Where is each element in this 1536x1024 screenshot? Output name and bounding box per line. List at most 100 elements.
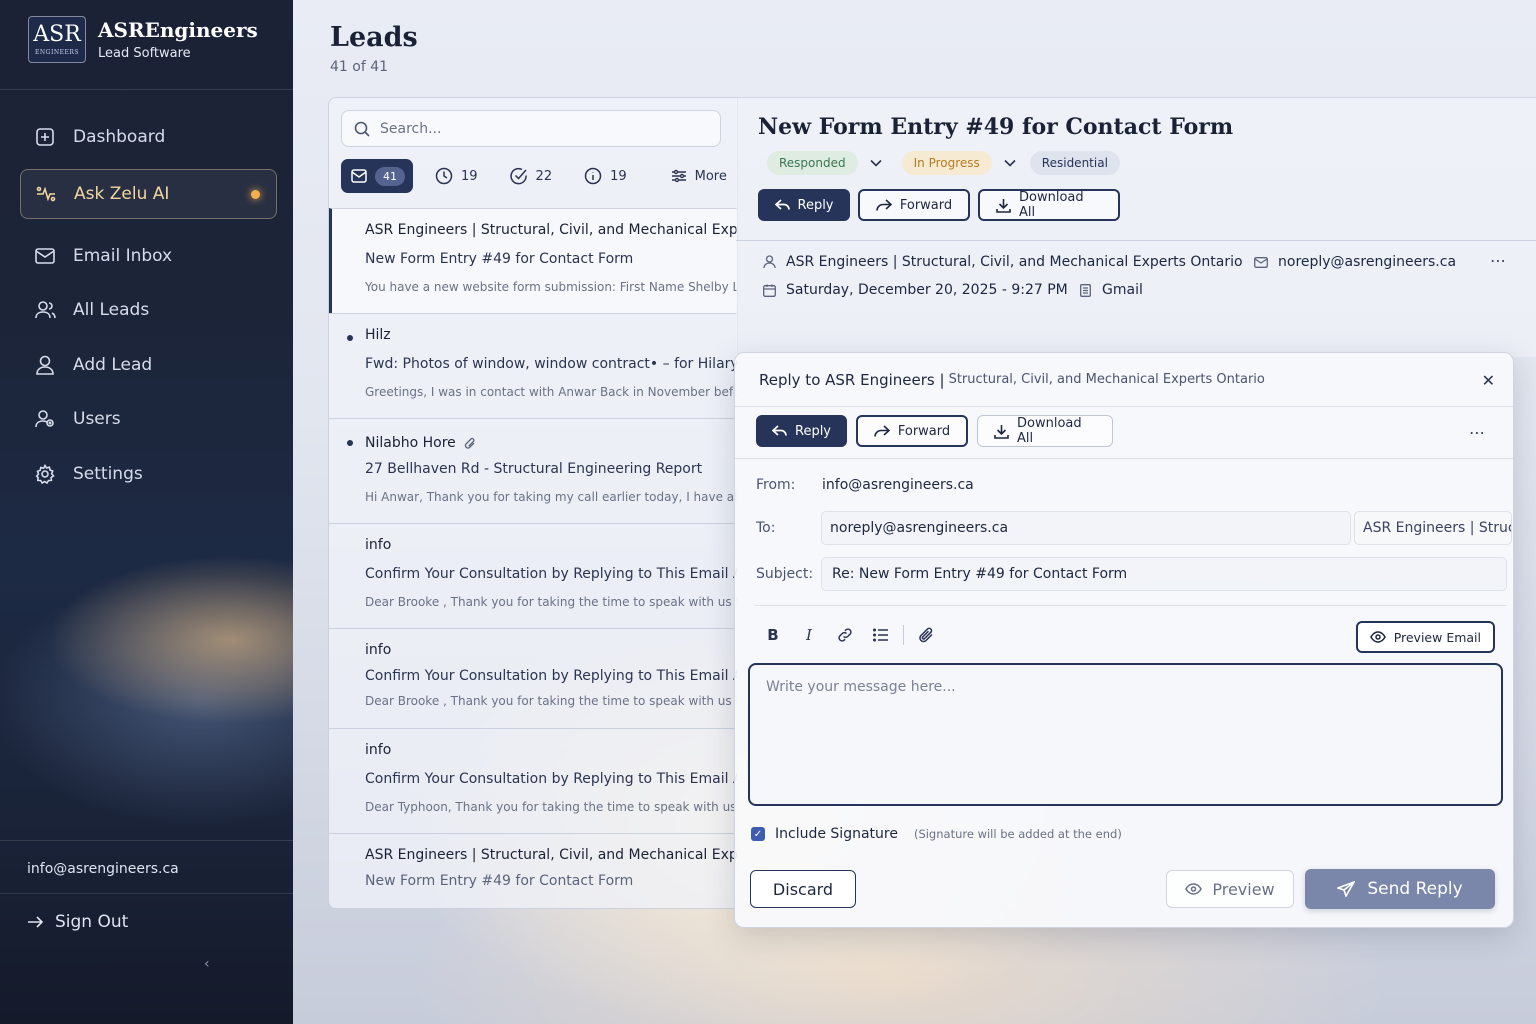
discard-button[interactable]: Discard xyxy=(750,870,856,908)
sidebar-item-add-lead[interactable]: Add Lead xyxy=(20,342,277,388)
message-placeholder: Write your message here... xyxy=(766,679,956,695)
mail-icon xyxy=(34,245,56,267)
download-all-button[interactable]: Download All xyxy=(977,415,1113,447)
close-icon[interactable]: ✕ xyxy=(1482,371,1495,390)
forward-icon xyxy=(876,199,892,211)
include-signature-checkbox[interactable]: ✓ xyxy=(751,827,765,841)
list-item[interactable]: ASR Engineers | Structural, Civil, and M… xyxy=(329,833,738,908)
filter-all[interactable]: 41 xyxy=(341,159,413,193)
sidebar-item-email-inbox[interactable]: Email Inbox xyxy=(20,233,277,279)
chevron-down-icon[interactable] xyxy=(1004,159,1016,167)
sidebar-item-settings[interactable]: Settings xyxy=(20,451,277,497)
sidebar-item-label: Add Lead xyxy=(73,354,153,375)
email-date: Saturday, December 20, 2025 - 9:27 PM xyxy=(786,282,1068,298)
subject-field[interactable]: Re: New Form Entry #49 for Contact Form xyxy=(821,557,1507,591)
attachment-icon[interactable] xyxy=(908,627,944,643)
search-placeholder: Search... xyxy=(380,120,442,137)
filter-count: 19 xyxy=(461,168,478,184)
list-item[interactable]: ASR Engineers | Structural, Civil, and M… xyxy=(329,208,737,313)
include-signature-label[interactable]: Include Signature xyxy=(775,826,898,842)
search-input[interactable]: Search... xyxy=(341,110,721,147)
modal-header: Reply to ASR Engineers | Structural, Civ… xyxy=(735,353,1513,407)
list-item[interactable]: info Confirm Your Consultation by Replyi… xyxy=(329,523,737,628)
bullet-list-icon[interactable] xyxy=(863,627,899,642)
more-filters-button[interactable]: More xyxy=(671,169,727,184)
collapse-sidebar-button[interactable]: ‹ xyxy=(204,956,210,972)
sign-out-button[interactable]: Sign Out xyxy=(27,912,128,932)
filter-completed[interactable]: 22 xyxy=(500,159,563,193)
sidebar-item-dashboard[interactable]: Dashboard xyxy=(20,114,277,160)
more-options-icon[interactable]: ⋯ xyxy=(1490,251,1507,270)
brand[interactable]: ASR ENGINEERS ASREngineers Lead Software xyxy=(28,16,258,63)
filter-pending[interactable]: 19 xyxy=(425,159,488,193)
sidebar-divider xyxy=(0,89,293,90)
sidebar-item-users[interactable]: Users xyxy=(20,396,277,442)
lead-count: 41 of 41 xyxy=(330,59,389,75)
info-icon xyxy=(584,167,602,185)
filter-info[interactable]: 19 xyxy=(574,159,637,193)
sidebar-nav: Dashboard Ask Zelu AI Email Inbox All Le… xyxy=(20,114,277,505)
more-options-icon[interactable]: ⋯ xyxy=(1469,423,1486,442)
include-signature-row: ✓ Include Signature (Signature will be a… xyxy=(751,826,1122,842)
list-item-sender: Nilabho Hore xyxy=(365,435,456,451)
forward-icon xyxy=(874,425,890,437)
email-source: Gmail xyxy=(1102,282,1143,298)
more-label: More xyxy=(694,168,727,184)
reply-button[interactable]: Reply xyxy=(756,415,847,447)
preview-email-label: Preview Email xyxy=(1393,629,1481,645)
send-reply-button[interactable]: Send Reply xyxy=(1305,869,1495,909)
users-icon xyxy=(34,299,56,321)
to-name-field[interactable]: ASR Engineers | Structural, Civil, and M… xyxy=(1354,511,1512,545)
reply-button[interactable]: Reply xyxy=(758,189,850,221)
calendar-icon xyxy=(762,283,776,297)
list-item-sender: Hilz xyxy=(365,327,391,343)
category-badge[interactable]: Residential xyxy=(1029,151,1120,175)
link-icon[interactable] xyxy=(827,627,863,643)
document-icon xyxy=(1078,283,1092,297)
sidebar-item-label: All Leads xyxy=(73,300,150,320)
list-item-subject: New Form Entry #49 for Contact Form xyxy=(365,873,634,889)
forward-button[interactable]: Forward xyxy=(856,415,968,447)
brand-subtitle: Lead Software xyxy=(98,46,191,61)
subject-label: Subject: xyxy=(756,566,814,582)
email-meta: ASR Engineers | Structural, Civil, and M… xyxy=(736,240,1536,298)
list-item-sender-row: Nilabho Hore xyxy=(365,432,737,454)
user-group-icon xyxy=(34,408,56,430)
send-reply-label: Send Reply xyxy=(1367,879,1463,899)
preview-email-button[interactable]: Preview Email xyxy=(1355,621,1495,653)
status-badge[interactable]: Responded xyxy=(767,151,858,175)
filter-count: 41 xyxy=(375,166,405,186)
brand-name: ASREngineers xyxy=(98,18,258,42)
unread-dot xyxy=(347,440,353,446)
sender-email[interactable]: noreply@asrengineers.ca xyxy=(1278,254,1456,270)
sidebar-item-ask-zelu-ai[interactable]: Ask Zelu AI xyxy=(20,168,277,219)
list-item-sender: info xyxy=(365,537,392,553)
list-item[interactable]: Nilabho Hore 27 Bellhaven Rd - Structura… xyxy=(329,418,737,523)
bold-icon[interactable]: B xyxy=(755,626,791,644)
message-textarea[interactable]: Write your message here... xyxy=(748,663,1503,806)
progress-badge[interactable]: In Progress xyxy=(901,151,992,175)
list-item[interactable]: info Confirm Your Consultation by Replyi… xyxy=(329,628,737,728)
list-item-preview: Dear Typhoon, Thank you for taking the t… xyxy=(365,800,738,814)
paperclip-icon xyxy=(464,437,476,450)
editor-toolbar: B I Preview Email xyxy=(755,605,1507,663)
download-all-button[interactable]: Download All xyxy=(978,189,1120,221)
toolbar-divider xyxy=(903,624,904,645)
check-circle-icon xyxy=(509,167,528,185)
list-item[interactable]: Hilz Fwd: Photos of window, window contr… xyxy=(329,313,737,418)
forward-button[interactable]: Forward xyxy=(858,189,970,221)
sender-email-row: noreply@asrengineers.ca xyxy=(1254,254,1456,270)
italic-icon[interactable]: I xyxy=(791,626,827,644)
preview-button[interactable]: Preview xyxy=(1166,870,1294,908)
list-item[interactable]: info Confirm Your Consultation by Replyi… xyxy=(329,728,738,833)
to-field[interactable]: noreply@asrengineers.ca xyxy=(821,511,1351,545)
list-item-sender: ASR Engineers | Structural, Civil, and M… xyxy=(365,847,738,863)
account-email: info@asrengineers.ca xyxy=(27,861,179,877)
from-value: info@asrengineers.ca xyxy=(822,477,974,493)
from-label: From: xyxy=(756,477,796,493)
signature-note: (Signature will be added at the end) xyxy=(913,827,1122,841)
chevron-down-icon[interactable] xyxy=(870,159,882,167)
sidebar-item-all-leads[interactable]: All Leads xyxy=(20,287,277,333)
to-name: ASR Engineers | Structural, Civil, and M… xyxy=(1363,520,1512,536)
forward-label: Forward xyxy=(899,197,953,213)
